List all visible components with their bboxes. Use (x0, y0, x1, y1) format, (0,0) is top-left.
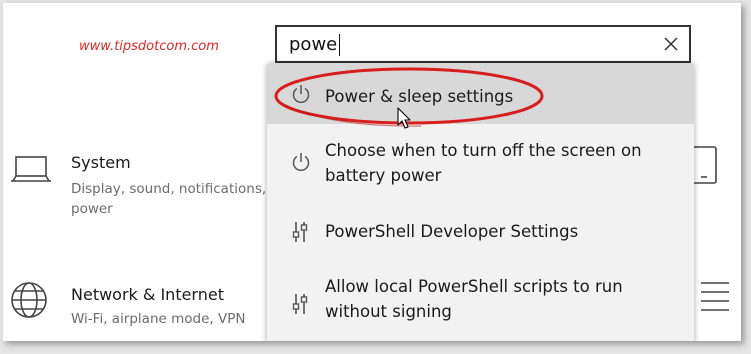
sliders-icon (291, 293, 309, 319)
result-powershell-developer-settings[interactable]: PowerShell Developer Settings (267, 204, 694, 264)
laptop-icon (10, 155, 52, 191)
tile-network-description: Wi-Fi, airplane mode, VPN (71, 311, 246, 327)
result-label: Choose when to turn off the screen on ba… (325, 141, 642, 185)
result-turn-off-screen[interactable]: Choose when to turn off the screen on ba… (267, 124, 694, 204)
result-label: PowerShell Developer Settings (325, 222, 579, 241)
watermark: www.tipsdotcom.com (79, 39, 219, 54)
search-input[interactable] (289, 31, 649, 57)
tile-system-title: System (71, 153, 131, 172)
search-box[interactable] (275, 25, 691, 63)
tile-network-title: Network & Internet (71, 285, 224, 304)
settings-window: www.tipsdotcom.com System Display, sound… (3, 3, 741, 341)
close-icon[interactable] (661, 34, 681, 54)
result-label: Allow local PowerShell scripts to run wi… (325, 277, 623, 321)
phone-icon (691, 146, 721, 190)
sliders-icon (291, 221, 309, 247)
globe-icon (10, 281, 48, 323)
power-icon (291, 152, 311, 176)
mouse-cursor-icon (397, 107, 411, 129)
text-caret (339, 34, 340, 56)
apps-icon (691, 281, 731, 317)
tile-system-description: Display, sound, notifications, power (71, 181, 267, 217)
result-allow-powershell-scripts[interactable]: Allow local PowerShell scripts to run wi… (267, 264, 694, 341)
